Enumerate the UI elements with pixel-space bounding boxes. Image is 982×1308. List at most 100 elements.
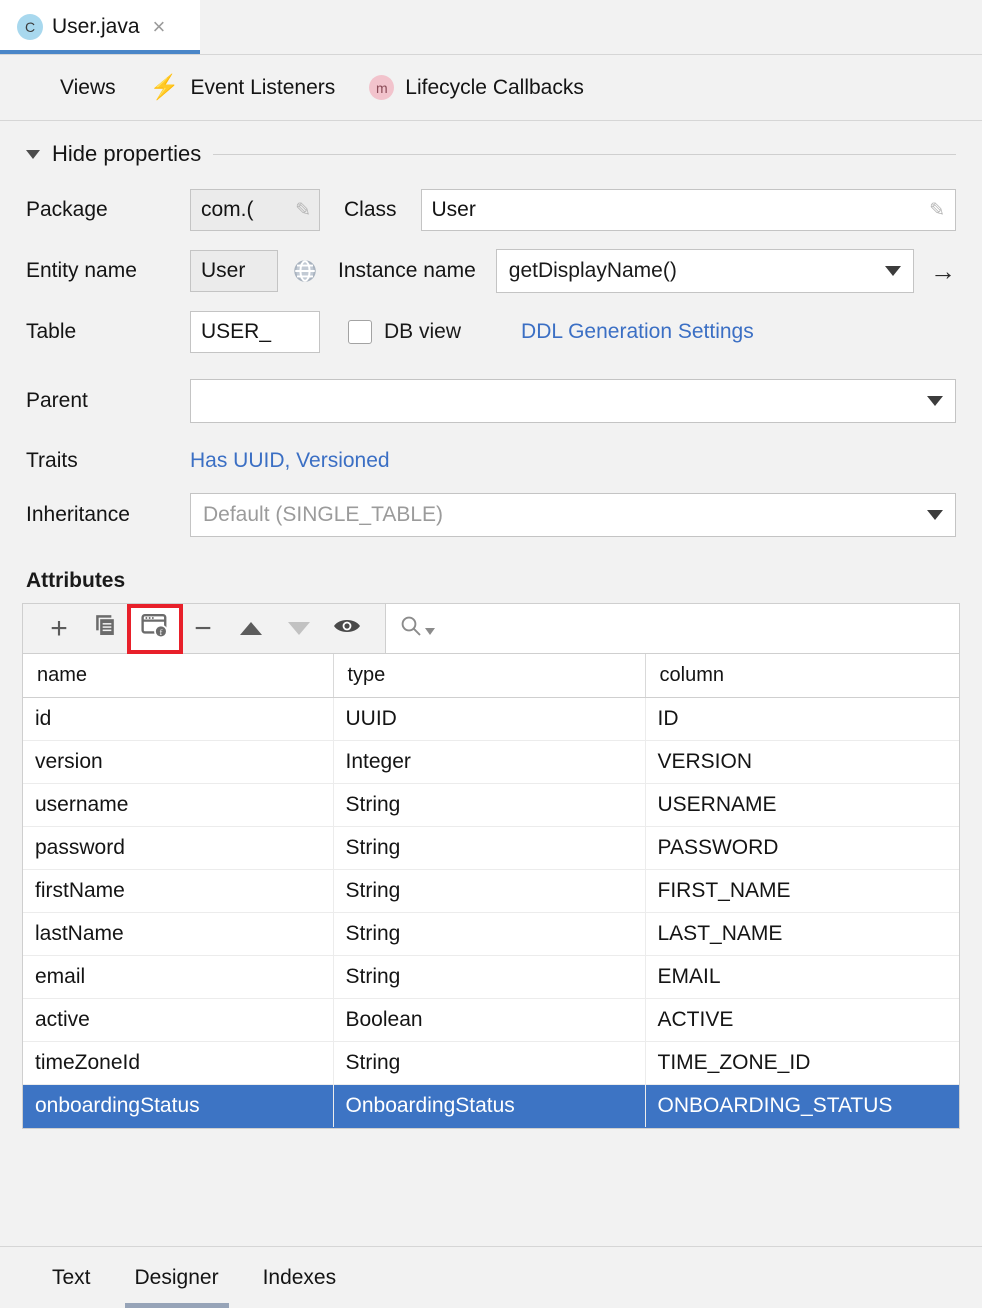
parent-label: Parent (26, 389, 190, 413)
window-function-icon: f (141, 613, 169, 644)
table-cell-column: USERNAME (645, 784, 959, 827)
class-label: Class (344, 198, 397, 222)
table-cell-name: password (23, 827, 333, 870)
table-row[interactable]: emailStringEMAIL (23, 956, 959, 999)
table-row[interactable]: idUUIDID (23, 698, 959, 741)
editor-tab-label: User.java (52, 15, 140, 39)
inheritance-row: Inheritance Default (SINGLE_TABLE) (26, 493, 956, 537)
chevron-down-icon[interactable] (26, 150, 40, 159)
navbar-item-event-listeners[interactable]: ⚡ Event Listeners (150, 76, 336, 100)
table-row[interactable]: timeZoneIdStringTIME_ZONE_ID (23, 1042, 959, 1085)
parent-dropdown[interactable] (190, 379, 956, 423)
parent-row: Parent (26, 379, 956, 423)
attributes-toolbar: + (23, 604, 959, 654)
column-header-name[interactable]: name (23, 654, 333, 698)
table-cell-column: ONBOARDING_STATUS (645, 1085, 959, 1128)
table-cell-type: String (333, 870, 645, 913)
chevron-down-icon[interactable] (927, 510, 943, 520)
class-field[interactable]: User ✎ (421, 189, 956, 231)
table-cell-type: UUID (333, 698, 645, 741)
instance-name-dropdown[interactable]: getDisplayName() (496, 249, 914, 293)
navbar-item-views[interactable]: Views (26, 76, 116, 100)
attributes-title: Attributes (0, 555, 982, 603)
toggle-visibility-button[interactable] (323, 608, 371, 650)
table-row[interactable]: firstNameStringFIRST_NAME (23, 870, 959, 913)
attributes-table: name type column idUUIDIDversionIntegerV… (23, 654, 959, 1128)
navbar-item-views-label: Views (60, 76, 116, 100)
tab-indexes[interactable]: Indexes (245, 1248, 355, 1308)
table-cell-type: Boolean (333, 999, 645, 1042)
table-cell-type: Integer (333, 741, 645, 784)
table-row-props: Table USER_ DB view DDL Generation Setti… (26, 311, 956, 353)
editor-tab-user-java[interactable]: C User.java × (0, 0, 200, 54)
move-down-button[interactable] (275, 608, 323, 650)
table-cell-type: OnboardingStatus (333, 1085, 645, 1128)
eye-icon (333, 616, 361, 641)
entity-name-field[interactable]: User (190, 250, 278, 292)
tab-designer[interactable]: Designer (117, 1248, 237, 1308)
tab-text[interactable]: Text (34, 1248, 109, 1308)
add-attribute-button[interactable]: + (35, 608, 83, 650)
table-row[interactable]: usernameStringUSERNAME (23, 784, 959, 827)
table-cell-column: PASSWORD (645, 827, 959, 870)
add-relationship-button[interactable]: f (131, 608, 179, 650)
table-row[interactable]: activeBooleanACTIVE (23, 999, 959, 1042)
table-field[interactable]: USER_ (190, 311, 320, 353)
search-input[interactable] (438, 616, 959, 641)
attributes-table-body: idUUIDIDversionIntegerVERSIONusernameStr… (23, 698, 959, 1128)
inheritance-label: Inheritance (26, 503, 190, 527)
navbar-item-lifecycle-callbacks[interactable]: m Lifecycle Callbacks (369, 75, 584, 100)
chevron-down-icon[interactable] (425, 628, 435, 635)
ddl-generation-settings-link[interactable]: DDL Generation Settings (521, 320, 754, 344)
java-class-icon: C (17, 14, 43, 40)
entity-name-label: Entity name (26, 259, 190, 283)
table-label: Table (26, 320, 190, 344)
method-circle-icon: m (369, 75, 394, 100)
table-row[interactable]: versionIntegerVERSION (23, 741, 959, 784)
table-row[interactable]: onboardingStatusOnboardingStatusONBOARDI… (23, 1085, 959, 1128)
attributes-search-field[interactable] (385, 604, 959, 653)
table-cell-column: TIME_ZONE_ID (645, 1042, 959, 1085)
chevron-down-icon[interactable] (927, 396, 943, 406)
column-header-column[interactable]: column (645, 654, 959, 698)
instance-name-label: Instance name (338, 259, 476, 283)
inheritance-dropdown[interactable]: Default (SINGLE_TABLE) (190, 493, 956, 537)
table-cell-name: timeZoneId (23, 1042, 333, 1085)
db-view-checkbox[interactable] (348, 320, 372, 344)
package-field[interactable]: com.( ✎ (190, 189, 320, 231)
arrow-right-icon[interactable]: → (930, 256, 956, 287)
pencil-icon[interactable]: ✎ (295, 199, 311, 222)
table-cell-column: EMAIL (645, 956, 959, 999)
table-row[interactable]: passwordStringPASSWORD (23, 827, 959, 870)
pencil-icon[interactable]: ✎ (929, 199, 945, 222)
table-row[interactable]: lastNameStringLAST_NAME (23, 913, 959, 956)
table-cell-name: active (23, 999, 333, 1042)
close-icon[interactable]: × (153, 16, 166, 38)
search-icon (400, 615, 422, 642)
duplicate-attribute-button[interactable] (83, 608, 131, 650)
hide-properties-row[interactable]: Hide properties (26, 141, 956, 167)
lightning-bolt-icon: ⚡ (150, 76, 180, 100)
table-cell-name: version (23, 741, 333, 784)
inheritance-value: Default (SINGLE_TABLE) (203, 503, 443, 527)
copy-icon (94, 613, 120, 644)
table-cell-name: lastName (23, 913, 333, 956)
column-header-type[interactable]: type (333, 654, 645, 698)
table-cell-type: String (333, 784, 645, 827)
table-cell-type: String (333, 913, 645, 956)
table-cell-type: String (333, 1042, 645, 1085)
table-cell-column: FIRST_NAME (645, 870, 959, 913)
bottom-tab-bar: Text Designer Indexes (0, 1246, 982, 1308)
chevron-down-icon[interactable] (885, 266, 901, 276)
remove-attribute-button[interactable]: − (179, 608, 227, 650)
table-cell-name: email (23, 956, 333, 999)
move-up-button[interactable] (227, 608, 275, 650)
table-value: USER_ (201, 320, 271, 344)
db-view-label: DB view (384, 320, 461, 344)
svg-text:f: f (159, 627, 162, 637)
table-header-row: name type column (23, 654, 959, 698)
table-cell-column: LAST_NAME (645, 913, 959, 956)
table-cell-name: firstName (23, 870, 333, 913)
traits-link[interactable]: Has UUID, Versioned (190, 449, 390, 473)
table-cell-type: String (333, 956, 645, 999)
